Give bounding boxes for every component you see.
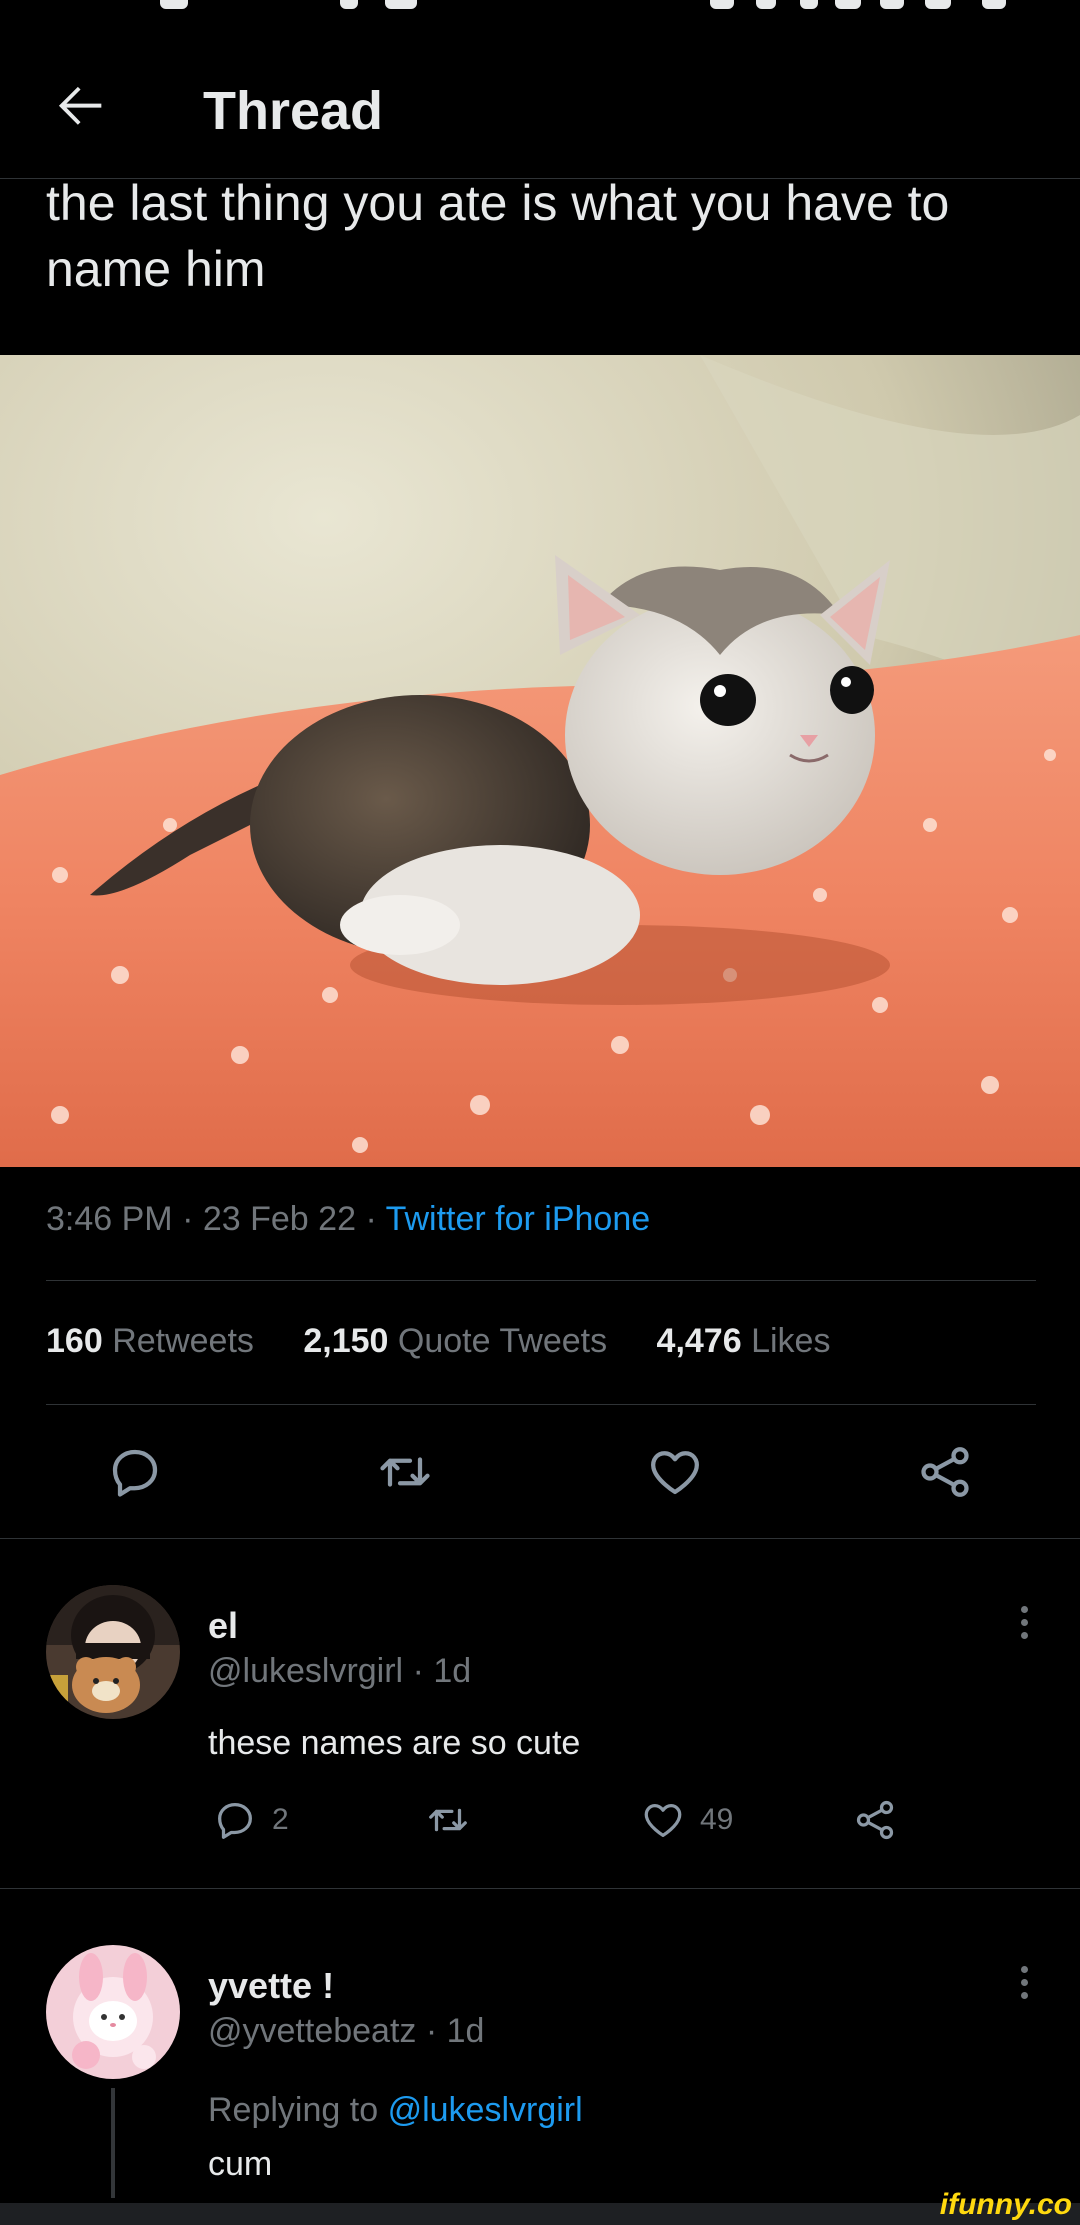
retweet-icon bbox=[429, 1808, 467, 1832]
divider bbox=[0, 1888, 1080, 1889]
status-icon bbox=[835, 0, 861, 9]
meta-separator: · bbox=[425, 2012, 447, 2050]
reply-share-button[interactable] bbox=[852, 1795, 898, 1845]
watermark: ifunny.co bbox=[939, 2188, 1072, 2221]
reply-retweet-button[interactable] bbox=[425, 1795, 471, 1845]
divider bbox=[46, 1404, 1036, 1405]
more-options-button[interactable] bbox=[1014, 1600, 1034, 1660]
avatar[interactable] bbox=[46, 1945, 180, 2079]
like-count: 49 bbox=[700, 1803, 734, 1836]
reply-icon bbox=[112, 1449, 158, 1497]
reply-age: 1d bbox=[433, 1652, 472, 1690]
reply-button[interactable] bbox=[105, 1442, 165, 1502]
thread-connector-line bbox=[111, 2088, 115, 2198]
status-icon bbox=[340, 0, 358, 9]
reply-text: these names are so cute bbox=[208, 1724, 581, 1762]
likes-label: Likes bbox=[751, 1322, 831, 1360]
reply-like-button[interactable]: 49 bbox=[640, 1795, 733, 1845]
reply-icon bbox=[218, 1803, 252, 1839]
tweet-stats: 160 Retweets 2,150 Quote Tweets 4,476 Li… bbox=[46, 1322, 870, 1361]
kitten-photo bbox=[0, 355, 1080, 1167]
likes-stat[interactable]: 4,476 Likes bbox=[657, 1322, 831, 1360]
battery-icon bbox=[925, 0, 951, 9]
status-icon bbox=[385, 0, 417, 9]
status-bar bbox=[0, 0, 1080, 18]
retweet-icon bbox=[380, 1457, 430, 1487]
status-icon bbox=[756, 0, 776, 9]
meta-separator: · bbox=[365, 1200, 386, 1238]
bottom-bar bbox=[0, 2203, 1080, 2225]
likes-count: 4,476 bbox=[656, 1322, 742, 1360]
reply-handle[interactable]: @lukeslvrgirl bbox=[208, 1652, 403, 1690]
reply-text: cum bbox=[208, 2145, 273, 2183]
status-icon bbox=[160, 0, 188, 9]
avatar-image bbox=[46, 1945, 180, 2079]
heart-icon bbox=[651, 1451, 699, 1495]
quotes-stat[interactable]: 2,150 Quote Tweets bbox=[303, 1322, 607, 1360]
status-icon bbox=[800, 0, 818, 9]
tweet-photo[interactable] bbox=[0, 355, 1080, 1167]
more-icon bbox=[1014, 1606, 1034, 1639]
tweet-date: 23 Feb 22 bbox=[202, 1200, 356, 1238]
thread-header: Thread bbox=[0, 18, 1080, 179]
status-icon bbox=[710, 0, 734, 9]
page-title: Thread bbox=[203, 81, 384, 141]
reply-reply-button[interactable]: 2 bbox=[212, 1795, 289, 1845]
share-button[interactable] bbox=[915, 1442, 975, 1502]
reply-author-handle: @lukeslvrgirl · 1d bbox=[208, 1652, 471, 1691]
quotes-label: Quote Tweets bbox=[397, 1322, 608, 1360]
reply-author-name[interactable]: yvette ! bbox=[208, 1965, 334, 2007]
share-icon bbox=[921, 1447, 969, 1497]
tweet-source-link[interactable]: Twitter for iPhone bbox=[386, 1200, 651, 1238]
meta-separator: · bbox=[412, 1652, 434, 1690]
share-icon bbox=[856, 1800, 894, 1840]
status-icon bbox=[982, 0, 1006, 9]
retweet-button[interactable] bbox=[375, 1442, 435, 1502]
meta-separator: · bbox=[182, 1200, 203, 1238]
retweets-count: 160 bbox=[46, 1322, 103, 1360]
tweet-time: 3:46 PM bbox=[46, 1200, 173, 1238]
reply-author-handle: @yvettebeatz · 1d bbox=[208, 2012, 484, 2051]
like-button[interactable] bbox=[645, 1442, 705, 1502]
divider bbox=[46, 1280, 1036, 1281]
retweets-stat[interactable]: 160 Retweets bbox=[46, 1322, 254, 1360]
quotes-count: 2,150 bbox=[303, 1322, 389, 1360]
more-options-button[interactable] bbox=[1014, 1960, 1034, 2020]
status-icon bbox=[880, 0, 904, 9]
back-button[interactable] bbox=[48, 73, 112, 137]
avatar[interactable] bbox=[46, 1585, 180, 1719]
tweet-text: the last thing you ate is what you have … bbox=[46, 175, 950, 297]
reply-age: 1d bbox=[446, 2012, 485, 2050]
more-icon bbox=[1014, 1966, 1034, 1999]
replying-to-mention[interactable]: @lukeslvrgirl bbox=[388, 2091, 583, 2129]
reply-count: 2 bbox=[272, 1803, 289, 1836]
replying-to-label: Replying to bbox=[208, 2091, 379, 2129]
tweet-meta: 3:46 PM · 23 Feb 22 · Twitter for iPhone bbox=[46, 1200, 650, 1239]
retweets-label: Retweets bbox=[112, 1322, 254, 1360]
divider bbox=[0, 1538, 1080, 1539]
reply-author-name[interactable]: el bbox=[208, 1605, 238, 1647]
replying-to-line: Replying to @lukeslvrgirl bbox=[208, 2091, 583, 2130]
avatar-image bbox=[46, 1585, 180, 1719]
back-arrow-icon bbox=[58, 86, 102, 125]
heart-icon bbox=[644, 1803, 682, 1837]
reply-handle[interactable]: @yvettebeatz bbox=[208, 2012, 416, 2050]
